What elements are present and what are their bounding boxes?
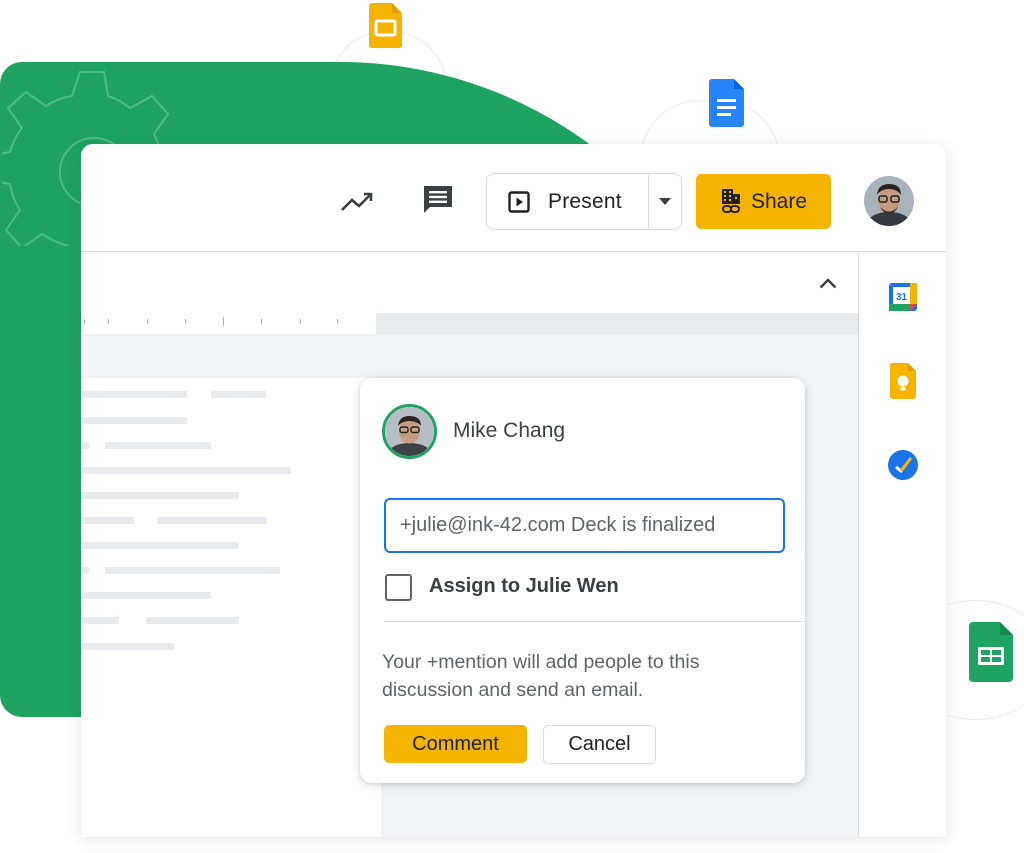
calendar-icon[interactable]: 31: [887, 281, 919, 313]
tasks-icon[interactable]: [887, 449, 919, 481]
present-button[interactable]: Present: [487, 174, 650, 229]
commenter-avatar: [382, 404, 437, 459]
sheets-icon: [969, 622, 1013, 682]
comment-input[interactable]: [384, 498, 785, 553]
activity-trend-icon[interactable]: [339, 184, 375, 220]
slides-icon: [369, 3, 402, 48]
user-avatar[interactable]: [864, 176, 914, 226]
comment-button[interactable]: Comment: [384, 725, 527, 763]
mention-note: Your +mention will add people to this di…: [382, 651, 700, 701]
docs-icon: [709, 79, 744, 127]
side-panel: 31: [858, 253, 946, 837]
assign-checkbox[interactable]: [385, 574, 412, 601]
ruler: [81, 313, 858, 334]
divider: [384, 621, 805, 622]
comment-dialog: Mike Chang Assign to Julie Wen Your +men…: [360, 378, 805, 783]
cancel-button[interactable]: Cancel: [543, 725, 656, 764]
chevron-up-icon: [819, 277, 837, 288]
present-button-group: Present: [486, 173, 682, 230]
present-options-dropdown[interactable]: [649, 174, 681, 229]
play-icon: [508, 190, 530, 213]
present-label: Present: [548, 189, 622, 213]
share-domain-icon: [721, 188, 740, 213]
document-page[interactable]: [81, 378, 381, 837]
share-label: Share: [750, 189, 808, 213]
top-toolbar: Present Share: [81, 144, 946, 252]
share-button[interactable]: Share: [696, 174, 831, 229]
assign-checkbox-label: Assign to Julie Wen: [429, 575, 619, 597]
comment-icon[interactable]: [420, 182, 456, 218]
keep-icon[interactable]: [887, 363, 919, 399]
svg-text:31: 31: [896, 292, 908, 303]
commenter-name: Mike Chang: [453, 419, 566, 442]
document-header-row: [81, 253, 858, 313]
caret-down-icon: [659, 197, 672, 205]
collapse-button[interactable]: [815, 271, 841, 295]
